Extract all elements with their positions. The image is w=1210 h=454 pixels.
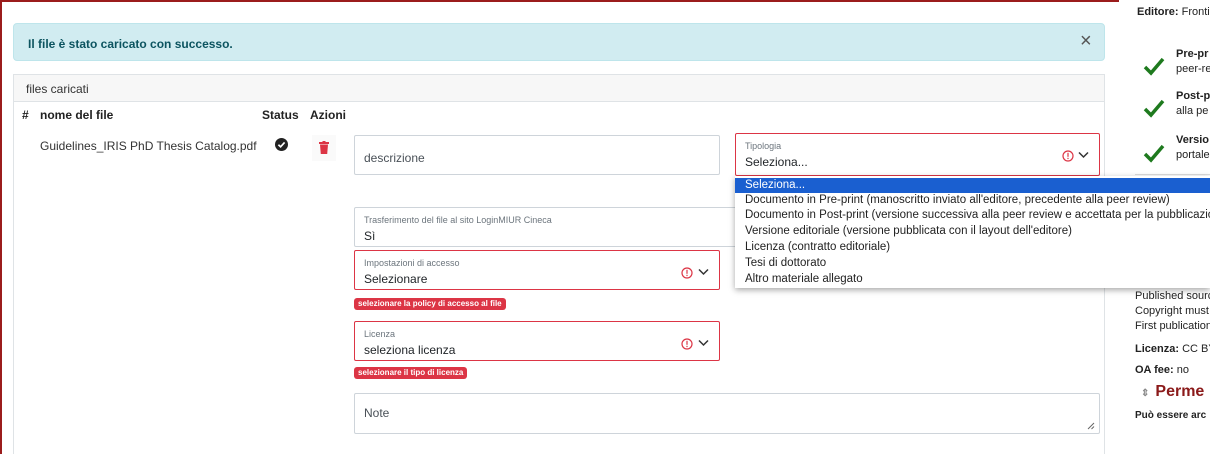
trasferimento-value: Sì: [364, 229, 376, 243]
tipologia-dropdown-list: Seleziona... Documento in Pre-print (man…: [735, 176, 1210, 288]
delete-file-button[interactable]: [312, 135, 336, 161]
card-title: files caricati: [26, 82, 89, 96]
versione-title: Versio: [1176, 134, 1210, 146]
dropdown-option[interactable]: Altro materiale allegato: [735, 272, 1210, 287]
dropdown-option[interactable]: Documento in Pre-print (manoscritto invi…: [735, 193, 1210, 208]
note-line-2: Copyright must: [1135, 305, 1209, 317]
postprint-title: Post-p: [1176, 90, 1210, 102]
oa-fee-line: OA fee: no: [1135, 364, 1190, 376]
postprint-sub: alla pe: [1176, 105, 1209, 117]
header-actions: Azioni: [310, 108, 346, 122]
error-icon: [1062, 150, 1074, 162]
sort-icon: ⇕: [1141, 388, 1150, 399]
licenza-value: seleziona licenza: [364, 343, 456, 357]
trasferimento-select[interactable]: Trasferimento del file al sito LoginMIUR…: [354, 207, 754, 247]
descrizione-placeholder: descrizione: [364, 151, 425, 165]
dropdown-option[interactable]: Documento in Post-print (versione succes…: [735, 208, 1210, 223]
archive-text: Può essere arc: [1135, 410, 1207, 421]
close-icon[interactable]: ×: [1080, 31, 1092, 51]
accesso-label: Impostazioni di accesso: [364, 258, 460, 268]
tipologia-value: Seleziona...: [745, 155, 808, 169]
panel-divider-line: [1135, 174, 1210, 175]
check-green-icon: [1143, 57, 1165, 76]
note-placeholder: Note: [364, 406, 390, 420]
licenza-label: Licenza: [364, 329, 396, 339]
dropdown-option[interactable]: Tesi di dottorato: [735, 256, 1210, 271]
chevron-down-icon: [698, 268, 709, 276]
licenza-line-value: CC BY: [1182, 343, 1210, 355]
chevron-down-icon: [1078, 151, 1089, 159]
trash-icon: [319, 141, 329, 154]
licenza-error-badge: selezionare il tipo di licenza: [354, 367, 468, 379]
editore-value: Frontie: [1181, 6, 1210, 18]
editore-line: Editore: Frontie: [1137, 6, 1210, 18]
note-line-3: First publication: [1135, 320, 1210, 332]
dropdown-option[interactable]: Versione editoriale (versione pubblicata…: [735, 224, 1210, 239]
trasferimento-label: Trasferimento del file al sito LoginMIUR…: [364, 215, 552, 225]
note-line-1: Published sourc: [1135, 290, 1210, 302]
oa-fee-value: no: [1176, 364, 1190, 376]
preprint-title: Pre-pr: [1176, 48, 1209, 60]
tipologia-select[interactable]: Tipologia Seleziona...: [735, 133, 1100, 176]
check-green-icon: [1143, 144, 1165, 163]
resize-handle-icon[interactable]: [1087, 422, 1095, 430]
accesso-value: Selezionare: [364, 272, 428, 286]
file-name: Guidelines_IRIS PhD Thesis Catalog.pdf: [40, 139, 257, 153]
preprint-sub: peer-re: [1176, 63, 1210, 75]
card-header: files caricati: [14, 75, 1104, 102]
status-check-icon: [275, 138, 288, 151]
dropdown-option[interactable]: Licenza (contratto editoriale): [735, 240, 1210, 255]
dropdown-option[interactable]: Seleziona...: [735, 178, 1210, 193]
success-alert: Il file è stato caricato con successo. ×: [13, 23, 1105, 61]
descrizione-input[interactable]: descrizione: [354, 135, 720, 175]
permissions-heading[interactable]: ⇕ Perme: [1141, 383, 1204, 401]
licenza-line: Licenza: CC BY: [1135, 343, 1210, 355]
tipologia-label: Tipologia: [745, 141, 782, 151]
error-icon: [681, 267, 693, 279]
versione-sub: portale: [1176, 149, 1210, 161]
alert-message: Il file è stato caricato con successo.: [28, 37, 233, 51]
check-green-icon: [1143, 99, 1165, 118]
chevron-down-icon: [698, 339, 709, 347]
header-status: Status: [262, 108, 299, 122]
header-index: #: [22, 108, 29, 122]
accesso-select[interactable]: Impostazioni di accesso Selezionare: [354, 250, 720, 290]
header-file-name: nome del file: [40, 108, 114, 122]
licenza-select[interactable]: Licenza seleziona licenza: [354, 321, 720, 361]
error-icon: [681, 338, 693, 350]
note-textarea[interactable]: Note: [354, 393, 1100, 434]
accesso-error-badge: selezionare la policy di accesso al file: [354, 298, 506, 310]
